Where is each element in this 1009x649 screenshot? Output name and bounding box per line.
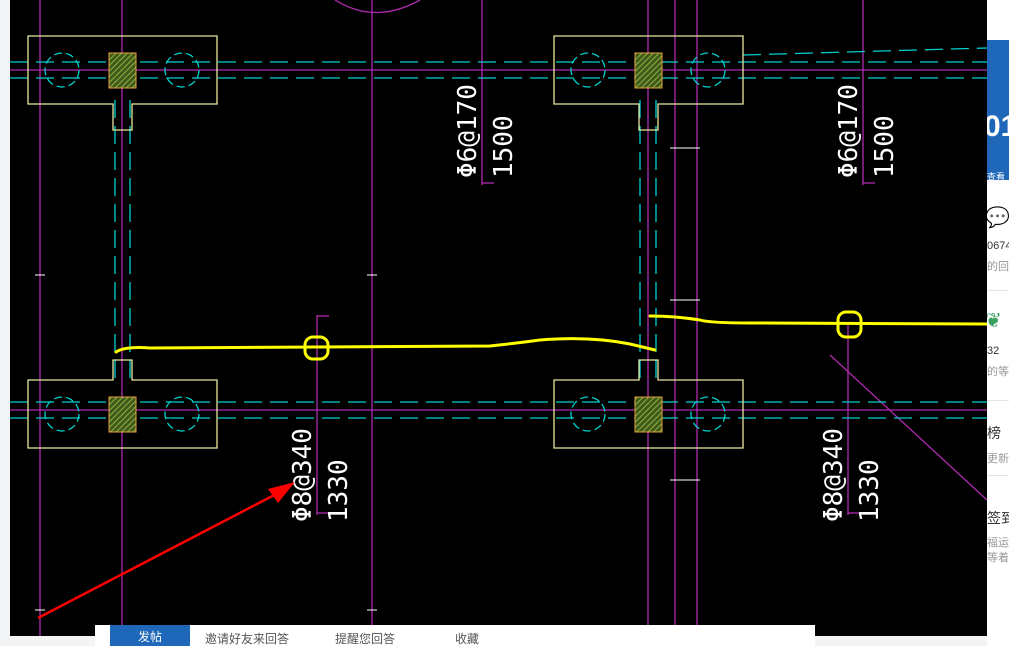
red-arrow [37,482,295,620]
bottom-toolbar: 发帖 邀请好友来回答 提醒您回答 收藏 [95,625,815,646]
rebar-length-text: 1500 [489,115,519,178]
columns [108,52,663,433]
sidebar-sub-2: 的等 [987,366,1009,378]
sidebar-divider [987,400,1009,401]
rebar-length-text: 1330 [324,459,354,522]
leaf-icon: ❦ [987,308,1002,332]
banner-number: 01 [987,110,1009,143]
cad-drawing-viewport[interactable]: Φ6@170 1500 Φ6@170 1500 Φ8@340 1330 Φ8@3… [10,0,987,636]
remind-link[interactable]: 提醒您回答 [335,630,395,647]
sidebar-rank-sub: 更新 [987,453,1009,465]
rebar-length-text: 1330 [855,459,885,522]
rebar-spec-text: Φ6@170 [834,84,864,178]
rebar-label-top-right: Φ6@170 1500 [834,84,900,178]
yellow-annotation [114,310,987,361]
sidebar-count-2: 32 [987,345,1000,357]
grid-markers [35,147,700,611]
banner-sub: 查看 [987,172,1006,182]
rebar-spec-text: Φ8@340 [819,428,849,522]
right-sidebar: 01 查看 💬 0674 的回 ❦ 32 的等 榜 更新 签到 福运 等着 [987,0,1009,646]
favorite-link[interactable]: 收藏 [455,630,479,647]
invite-link[interactable]: 邀请好友来回答 [205,630,289,647]
rebar-label-bottom-left: Φ8@340 1330 [288,428,354,522]
chat-icon: 💬 [987,205,1009,229]
sidebar-signin-sub: 福运 [987,537,1009,549]
piles [44,52,726,432]
sidebar-signin-title[interactable]: 签到 [987,508,1009,528]
rebar-length-text: 1500 [870,115,900,178]
post-button[interactable]: 发帖 [110,625,190,646]
pile-caps [27,35,744,449]
sidebar-banner[interactable]: 01 查看 [987,40,1009,182]
sidebar-count-1: 0674 [987,240,1009,252]
cad-drawing-canvas[interactable]: Φ6@170 1500 Φ6@170 1500 Φ8@340 1330 Φ8@3… [10,0,987,636]
rebar-spec-text: Φ8@340 [288,428,318,522]
sidebar-signin-sub2: 等着 [987,552,1009,564]
rebar-spec-text: Φ6@170 [453,84,483,178]
sidebar-divider [987,290,1009,291]
rebar-label-top-left: Φ6@170 1500 [453,84,519,178]
sidebar-rank-title[interactable]: 榜 [987,423,1001,443]
sidebar-divider [987,475,1009,476]
rebar-label-bottom-right: Φ8@340 1330 [819,428,885,522]
sidebar-sub-1: 的回 [987,261,1009,273]
